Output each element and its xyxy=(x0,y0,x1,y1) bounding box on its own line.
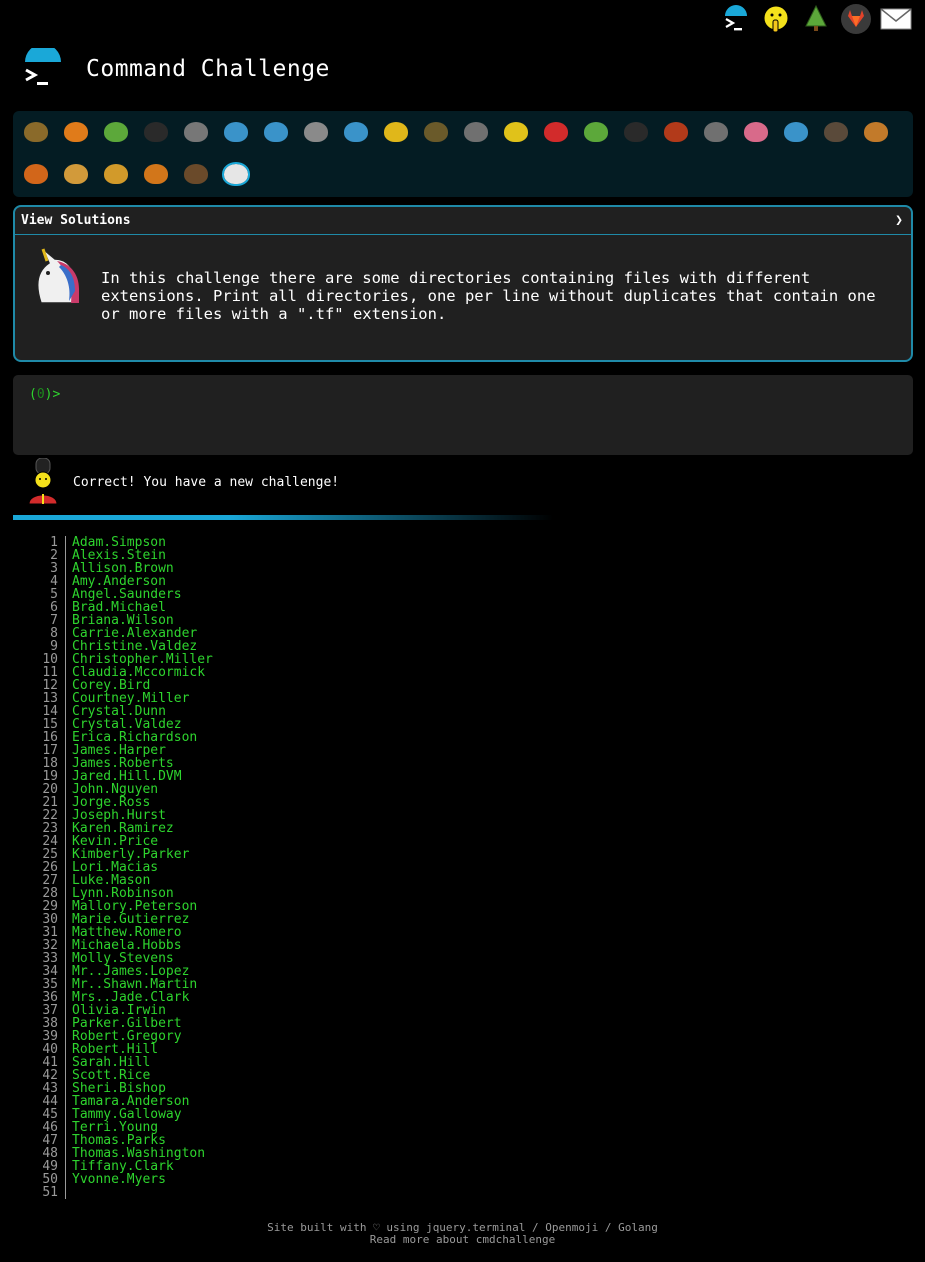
spider-web-shape xyxy=(184,122,208,142)
blowfish-icon[interactable] xyxy=(419,115,453,149)
footer-read-more-link[interactable]: Read more about cmdchallenge xyxy=(0,1234,925,1246)
fly-shape xyxy=(704,122,728,142)
horse-shape xyxy=(184,164,208,184)
bee-icon[interactable] xyxy=(499,115,533,149)
worm-shape xyxy=(744,122,768,142)
bee-shape xyxy=(504,122,528,142)
output-line: 51 xyxy=(20,1186,213,1199)
fly-icon[interactable] xyxy=(699,115,733,149)
whale-icon[interactable] xyxy=(219,115,253,149)
chevron-right-icon: ❯ xyxy=(895,213,903,228)
tiger-icon[interactable] xyxy=(139,157,173,191)
cricket-icon[interactable] xyxy=(579,115,613,149)
scorpion-shape xyxy=(664,122,688,142)
line-number: 4 xyxy=(20,575,66,588)
tiger-shape xyxy=(144,164,168,184)
result-text: Correct! You have a new challenge! xyxy=(73,474,340,490)
unicorn-shape xyxy=(222,162,250,186)
ladybug-icon[interactable] xyxy=(539,115,573,149)
wolf-shape xyxy=(464,122,488,142)
snail-shape xyxy=(24,122,48,142)
guard-icon xyxy=(26,457,60,506)
view-solutions-toggle[interactable]: View Solutions ❯ xyxy=(15,207,911,235)
tropical-fish-shape xyxy=(384,122,408,142)
terminal[interactable]: (0)> xyxy=(13,375,913,455)
cat-shape xyxy=(64,164,88,184)
horse-icon[interactable] xyxy=(179,157,213,191)
cricket-shape xyxy=(584,122,608,142)
scorpion-icon[interactable] xyxy=(659,115,693,149)
dolphin-shape xyxy=(304,122,328,142)
lion-shape xyxy=(104,164,128,184)
challenge-description: In this challenge there are some directo… xyxy=(101,269,876,323)
line-number: 6 xyxy=(20,601,66,614)
unicorn-icon[interactable] xyxy=(219,157,253,191)
prompt-count: 0 xyxy=(36,387,45,402)
dog-icon[interactable] xyxy=(859,115,893,149)
caterpillar-icon[interactable] xyxy=(99,115,133,149)
gorilla-shape xyxy=(824,122,848,142)
line-number: 2 xyxy=(20,549,66,562)
top-icon-bar xyxy=(719,2,913,36)
gitlab-icon[interactable] xyxy=(839,2,873,36)
wolf-icon[interactable] xyxy=(459,115,493,149)
ant-shape xyxy=(144,122,168,142)
shark-icon[interactable] xyxy=(259,115,293,149)
page-title: Command Challenge xyxy=(86,56,330,82)
snail-icon[interactable] xyxy=(19,115,53,149)
view-solutions-label: View Solutions xyxy=(21,213,131,228)
animal-grid xyxy=(19,115,909,199)
microbe-shape xyxy=(784,122,808,142)
mail-icon[interactable] xyxy=(879,2,913,36)
line-number: 3 xyxy=(20,562,66,575)
line-number: 1 xyxy=(20,536,66,549)
terminal-logo-icon[interactable] xyxy=(22,44,64,90)
output-text: Yvonne.Myers xyxy=(72,1172,166,1187)
prompt-close: )> xyxy=(44,387,61,402)
butterfly-icon[interactable] xyxy=(59,115,93,149)
fox-shape xyxy=(24,164,48,184)
butterfly-shape xyxy=(64,122,88,142)
line-number: 5 xyxy=(20,588,66,601)
lion-icon[interactable] xyxy=(99,157,133,191)
whale-shape xyxy=(224,122,248,142)
line-number: 7 xyxy=(20,614,66,627)
challenge-animal-bar xyxy=(13,111,913,197)
line-number: 8 xyxy=(20,627,66,640)
site-header: Command Challenge xyxy=(22,44,330,90)
ant-icon[interactable] xyxy=(139,115,173,149)
cat-icon[interactable] xyxy=(59,157,93,191)
caterpillar-shape xyxy=(104,122,128,142)
command-output: 1 Adam.Simpson 2 Alexis.Stein 3 Allison.Brown… xyxy=(20,536,213,1199)
line-number: 51 xyxy=(20,1186,66,1199)
fox-icon[interactable] xyxy=(19,157,53,191)
shark-shape xyxy=(264,122,288,142)
terminal-logo-icon[interactable] xyxy=(719,2,753,36)
result-message: Correct! You have a new challenge! xyxy=(26,457,340,506)
shush-face-icon[interactable] xyxy=(759,2,793,36)
spider-shape xyxy=(624,122,648,142)
fish-shape xyxy=(344,122,368,142)
tree-icon[interactable] xyxy=(799,2,833,36)
terminal-prompt: (0)> xyxy=(29,387,60,402)
gorilla-icon[interactable] xyxy=(819,115,853,149)
challenge-panel: View Solutions ❯ In this challenge there… xyxy=(13,205,913,362)
worm-icon[interactable] xyxy=(739,115,773,149)
site-footer: Site built with ♡ using jquery.terminal … xyxy=(0,1222,925,1246)
unicorn-icon xyxy=(23,245,85,307)
prompt-open: ( xyxy=(29,387,37,402)
spider-icon[interactable] xyxy=(619,115,653,149)
dog-shape xyxy=(864,122,888,142)
ladybug-shape xyxy=(544,122,568,142)
fish-icon[interactable] xyxy=(339,115,373,149)
spider-web-icon[interactable] xyxy=(179,115,213,149)
separator-bar xyxy=(13,515,553,520)
microbe-icon[interactable] xyxy=(779,115,813,149)
tropical-fish-icon[interactable] xyxy=(379,115,413,149)
dolphin-icon[interactable] xyxy=(299,115,333,149)
challenge-body: In this challenge there are some directo… xyxy=(15,235,911,323)
blowfish-shape xyxy=(424,122,448,142)
